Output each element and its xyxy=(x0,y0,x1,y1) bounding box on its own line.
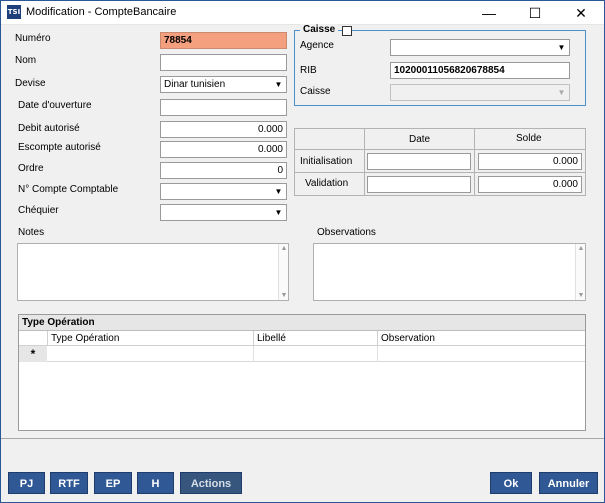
validation-date-field[interactable] xyxy=(367,176,471,193)
actions-button[interactable]: Actions xyxy=(180,472,242,494)
col-observation[interactable]: Observation xyxy=(377,331,583,346)
devise-select[interactable]: Dinar tunisien ▼ xyxy=(160,76,287,93)
chevron-down-icon[interactable]: ▼ xyxy=(272,185,285,198)
validation-solde-field[interactable]: 0.000 xyxy=(478,176,582,193)
notes-label: Notes xyxy=(18,227,45,238)
app-icon: TSI xyxy=(7,5,21,19)
observations-label: Observations xyxy=(317,227,376,238)
soldes-date-header: Date xyxy=(409,134,431,145)
initialisation-label: Initialisation xyxy=(300,156,353,167)
ordre-field[interactable]: 0 xyxy=(160,162,287,179)
grid-divider xyxy=(294,149,586,150)
maximize-button[interactable]: ☐ xyxy=(512,1,558,25)
escompte-autorise-label: Escompte autorisé xyxy=(18,142,101,153)
cell-divider xyxy=(253,346,254,362)
chevron-down-icon[interactable]: ▼ xyxy=(555,41,568,54)
soldes-solde-header: Solde xyxy=(516,133,542,144)
pj-button[interactable]: PJ xyxy=(8,472,45,494)
notes-textarea[interactable]: ▲ ▼ xyxy=(17,243,289,301)
chevron-down-icon[interactable]: ▼ xyxy=(272,206,285,219)
scroll-down-icon[interactable]: ▼ xyxy=(279,292,289,299)
scroll-up-icon[interactable]: ▲ xyxy=(279,245,289,252)
validation-label: Validation xyxy=(305,178,349,189)
nom-field[interactable] xyxy=(160,54,287,71)
annuler-button[interactable]: Annuler xyxy=(539,472,598,494)
grid-divider xyxy=(364,128,365,196)
escompte-autorise-field[interactable]: 0.000 xyxy=(160,141,287,158)
rib-field[interactable]: 10200011056820678854 xyxy=(390,62,570,79)
initialisation-solde-field[interactable]: 0.000 xyxy=(478,153,582,170)
type-operation-panel: Type Opération Type Opération Libellé Ob… xyxy=(18,314,586,431)
rtf-button[interactable]: RTF xyxy=(50,472,88,494)
devise-value: Dinar tunisien xyxy=(164,79,226,90)
date-ouverture-field[interactable] xyxy=(160,99,287,116)
chequier-label: Chéquier xyxy=(18,205,59,216)
scroll-down-icon[interactable]: ▼ xyxy=(576,292,586,299)
ordre-label: Ordre xyxy=(18,163,44,174)
grid-divider xyxy=(474,128,475,196)
chevron-down-icon[interactable]: ▼ xyxy=(272,78,285,91)
numero-label: Numéro xyxy=(15,33,51,44)
rib-label: RIB xyxy=(300,65,317,76)
observations-textarea[interactable]: ▲ ▼ xyxy=(313,243,586,301)
compte-comptable-select[interactable]: ▼ xyxy=(160,183,287,200)
ep-button[interactable]: EP xyxy=(94,472,132,494)
caisse-label: Caisse xyxy=(300,86,331,97)
caisse-checkbox[interactable] xyxy=(342,26,352,36)
window-title: Modification - CompteBancaire xyxy=(26,6,177,18)
minimize-button[interactable]: — xyxy=(466,1,512,25)
type-operation-header: Type Opération Libellé Observation xyxy=(19,331,585,346)
dialog-window: TSI Modification - CompteBancaire — ☐ ✕ … xyxy=(0,0,605,503)
cell-divider xyxy=(377,346,378,362)
debit-autorise-label: Debit autorisé xyxy=(18,123,80,134)
table-row[interactable]: * xyxy=(19,346,585,362)
h-button[interactable]: H xyxy=(137,472,174,494)
caisse-select[interactable]: ▼ xyxy=(390,84,570,101)
initialisation-date-field[interactable] xyxy=(367,153,471,170)
new-row-marker: * xyxy=(19,346,47,362)
observations-scrollbar[interactable]: ▲ ▼ xyxy=(575,244,585,300)
devise-label: Devise xyxy=(15,78,46,89)
chequier-select[interactable]: ▼ xyxy=(160,204,287,221)
col-libelle[interactable]: Libellé xyxy=(253,331,377,346)
nom-label: Nom xyxy=(15,55,37,66)
debit-autorise-field[interactable]: 0.000 xyxy=(160,121,287,138)
footer-separator xyxy=(1,438,604,439)
scroll-up-icon[interactable]: ▲ xyxy=(576,245,586,252)
type-operation-title: Type Opération xyxy=(19,315,585,331)
date-ouverture-label: Date d'ouverture xyxy=(18,100,92,111)
title-bar: TSI Modification - CompteBancaire — ☐ ✕ xyxy=(1,1,604,25)
grid-divider xyxy=(294,172,586,173)
agence-select[interactable]: ▼ xyxy=(390,39,570,56)
notes-scrollbar[interactable]: ▲ ▼ xyxy=(278,244,288,300)
ok-button[interactable]: Ok xyxy=(490,472,532,494)
col-type-operation[interactable]: Type Opération xyxy=(47,331,253,346)
caisse-group-title: Caisse xyxy=(300,24,339,35)
compte-comptable-label: N° Compte Comptable xyxy=(18,184,119,195)
close-button[interactable]: ✕ xyxy=(558,1,604,25)
agence-label: Agence xyxy=(300,40,334,51)
chevron-down-icon[interactable]: ▼ xyxy=(555,86,568,99)
numero-field[interactable]: 78854 xyxy=(160,32,287,49)
